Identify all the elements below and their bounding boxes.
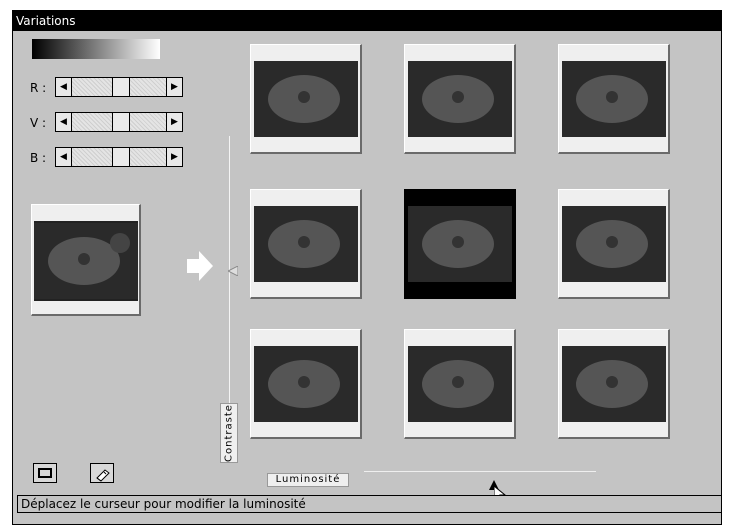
variation-bottom-center[interactable] <box>404 329 516 439</box>
window-button[interactable] <box>33 463 57 483</box>
v-slider-thumb[interactable] <box>112 113 130 131</box>
r-label: R : <box>30 81 47 95</box>
b-left-arrow-icon[interactable]: ◀ <box>56 148 72 166</box>
variation-bottom-left[interactable] <box>250 329 362 439</box>
b-right-arrow-icon[interactable]: ▶ <box>166 148 182 166</box>
r-slider-thumb[interactable] <box>112 78 130 96</box>
v-left-arrow-icon[interactable]: ◀ <box>56 113 72 131</box>
variation-top-center[interactable] <box>404 44 516 154</box>
b-label: B : <box>30 151 47 165</box>
v-slider[interactable]: ◀ ▶ <box>55 112 183 132</box>
variations-window: Variations R : ◀ ▶ V : ◀ ▶ B : ◀ ▶ Contr… <box>12 10 722 525</box>
b-slider[interactable]: ◀ ▶ <box>55 147 183 167</box>
help-button[interactable] <box>90 463 114 483</box>
status-bar: Déplacez le curseur pour modifier la lum… <box>17 495 722 513</box>
window-icon <box>38 468 52 478</box>
v-label: V : <box>30 116 47 130</box>
b-slider-thumb[interactable] <box>112 148 130 166</box>
arrow-right-icon <box>187 251 213 285</box>
help-book-icon <box>95 467 111 486</box>
r-right-arrow-icon[interactable]: ▶ <box>166 78 182 96</box>
luminosity-track[interactable] <box>364 471 596 472</box>
variation-center-selected[interactable] <box>404 189 516 299</box>
variation-middle-left[interactable] <box>250 189 362 299</box>
gradient-bar <box>32 39 160 59</box>
window-title: Variations <box>13 11 721 31</box>
preview-image <box>34 221 138 301</box>
original-preview <box>31 204 141 316</box>
r-slider[interactable]: ◀ ▶ <box>55 77 183 97</box>
variation-middle-right[interactable] <box>558 189 670 299</box>
r-left-arrow-icon[interactable]: ◀ <box>56 78 72 96</box>
flower-image-icon <box>34 223 138 299</box>
v-right-arrow-icon[interactable]: ▶ <box>166 113 182 131</box>
variation-top-left[interactable] <box>250 44 362 154</box>
variation-top-right[interactable] <box>558 44 670 154</box>
luminosity-label: Luminosité <box>267 473 349 487</box>
contrast-marker-icon[interactable] <box>226 261 239 280</box>
variation-bottom-right[interactable] <box>558 329 670 439</box>
contrast-label: Contraste <box>220 403 238 463</box>
